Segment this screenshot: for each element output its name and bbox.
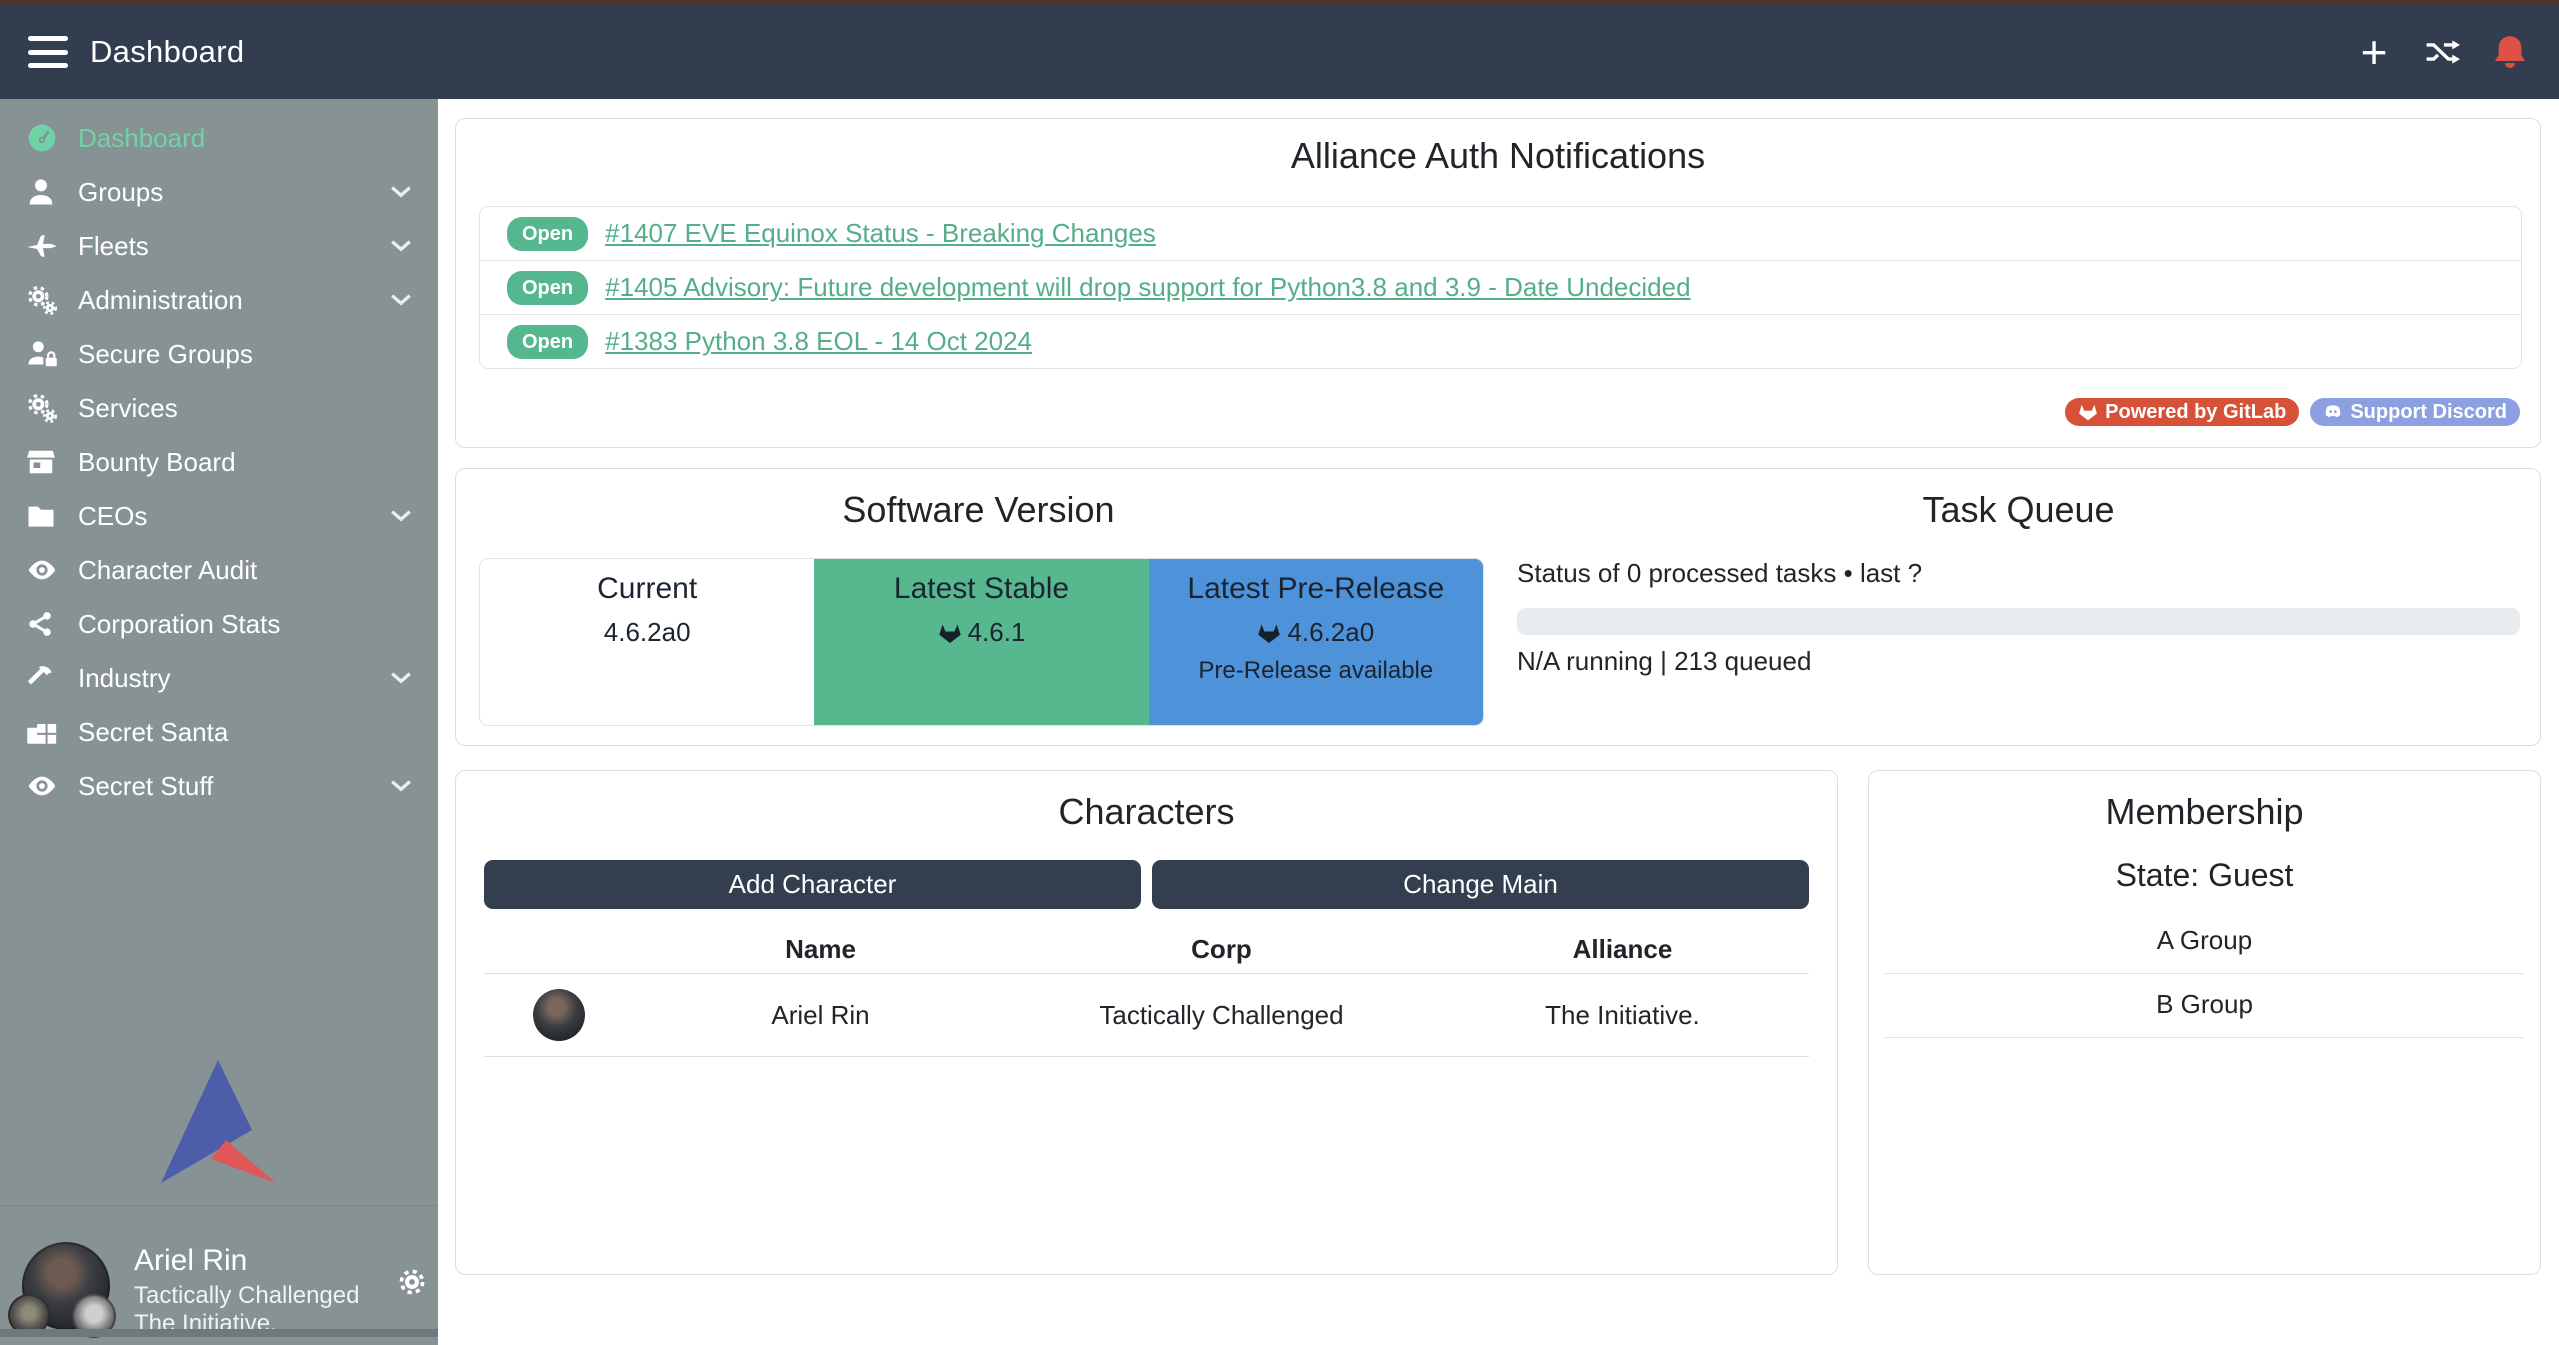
membership-groups-list: A Group B Group [1885, 910, 2524, 1038]
character-name: Ariel Rin [634, 1000, 1007, 1031]
sidebar-bottom-strip [0, 1329, 438, 1337]
powered-by-gitlab-badge[interactable]: Powered by GitLab [2065, 398, 2299, 426]
alliance-auth-logo [158, 1056, 280, 1186]
sidebar: Dashboard Groups Fleets [0, 99, 438, 1345]
notification-link[interactable]: #1383 Python 3.8 EOL - 14 Oct 2024 [605, 326, 1032, 357]
characters-panel: Characters Add Character Change Main Nam… [455, 770, 1838, 1275]
notifications-list: Open #1407 EVE Equinox Status - Breaking… [479, 206, 2522, 369]
status-badge: Open [507, 217, 588, 251]
folder-icon [26, 499, 66, 533]
chevron-down-icon [386, 181, 416, 203]
membership-group-item: A Group [1885, 910, 2524, 974]
characters-table-header: Name Corp Alliance [484, 925, 1809, 973]
add-character-icon[interactable]: + [2355, 33, 2393, 71]
sidebar-item-services[interactable]: Services [0, 381, 438, 435]
status-badge: Open [507, 325, 588, 359]
character-portrait [533, 989, 585, 1041]
sidebar-item-secret-stuff[interactable]: Secret Stuff [0, 759, 438, 813]
version-taskqueue-panel: Software Version Current 4.6.2a0 Latest … [455, 468, 2541, 746]
fighter-jet-icon [26, 229, 66, 263]
top-navbar: Dashboard + [0, 5, 2559, 99]
eye-icon [26, 553, 66, 587]
hammer-icon [26, 661, 66, 695]
notifications-title: Alliance Auth Notifications [456, 135, 2540, 177]
alliance-column-header: Alliance [1436, 934, 1809, 965]
sidebar-item-dashboard[interactable]: Dashboard [0, 111, 438, 165]
sidebar-item-character-audit[interactable]: Character Audit [0, 543, 438, 597]
change-main-button[interactable]: Change Main [1152, 860, 1809, 909]
chevron-down-icon [386, 667, 416, 689]
character-row: Ariel Rin Tactically Challenged The Init… [484, 973, 1809, 1057]
character-alliance: The Initiative. [1436, 1000, 1809, 1031]
tachometer-icon [26, 121, 66, 155]
version-box: Current 4.6.2a0 Latest Stable 4.6.1 Late… [479, 558, 1484, 726]
task-queue-progressbar [1517, 608, 2520, 635]
membership-panel: Membership State: Guest A Group B Group [1868, 770, 2541, 1275]
user-card: Ariel Rin Tactically Challenged The Init… [0, 1206, 438, 1337]
menu-toggle-icon[interactable] [28, 36, 68, 68]
sidebar-item-industry[interactable]: Industry [0, 651, 438, 705]
chevron-down-icon [386, 289, 416, 311]
user-corp: Tactically Challenged [134, 1282, 359, 1310]
character-corp: Tactically Challenged [1007, 1000, 1436, 1031]
software-version-title: Software Version [456, 489, 1501, 531]
sidebar-item-secret-santa[interactable]: Secret Santa [0, 705, 438, 759]
sidebar-item-secure-groups[interactable]: Secure Groups [0, 327, 438, 381]
task-queue-section: Task Queue Status of 0 processed tasks •… [1501, 469, 2540, 745]
discord-icon [2323, 402, 2343, 422]
gitlab-fox-icon [2078, 402, 2098, 422]
characters-table: Name Corp Alliance Ariel Rin Tactically … [484, 925, 1809, 1057]
version-cell-stable: Latest Stable 4.6.1 [814, 559, 1148, 725]
notifications-bell-icon[interactable] [2491, 33, 2529, 71]
user-lock-icon [26, 337, 66, 371]
chevron-down-icon [386, 775, 416, 797]
notifications-panel: Alliance Auth Notifications Open #1407 E… [455, 118, 2541, 448]
sidebar-item-fleets[interactable]: Fleets [0, 219, 438, 273]
notification-link[interactable]: #1405 Advisory: Future development will … [605, 272, 1690, 303]
notification-row: Open #1405 Advisory: Future development … [480, 260, 2521, 314]
corp-column-header: Corp [1007, 934, 1436, 965]
gears-icon [26, 391, 66, 425]
membership-group-item: B Group [1885, 974, 2524, 1038]
notification-link[interactable]: #1407 EVE Equinox Status - Breaking Chan… [605, 218, 1156, 249]
status-badge: Open [507, 271, 588, 305]
version-cell-prerelease: Latest Pre-Release 4.6.2a0 Pre-Release a… [1149, 559, 1483, 725]
characters-title: Characters [456, 791, 1837, 833]
version-cell-current: Current 4.6.2a0 [480, 559, 814, 725]
name-column-header: Name [634, 934, 1007, 965]
sidebar-item-ceos[interactable]: CEOs [0, 489, 438, 543]
chevron-down-icon [386, 505, 416, 527]
sidebar-item-administration[interactable]: Administration [0, 273, 438, 327]
add-character-button[interactable]: Add Character [484, 860, 1141, 909]
task-queue-status: Status of 0 processed tasks • last ? [1517, 558, 2520, 589]
gifts-icon [26, 715, 66, 749]
main-content: Alliance Auth Notifications Open #1407 E… [438, 99, 2559, 1345]
shuffle-icon[interactable] [2423, 33, 2461, 71]
user-icon [26, 175, 66, 209]
task-queue-title: Task Queue [1517, 489, 2520, 531]
settings-gear-icon[interactable] [396, 1266, 428, 1298]
sidebar-item-corporation-stats[interactable]: Corporation Stats [0, 597, 438, 651]
gears-icon [26, 283, 66, 317]
notification-row: Open #1383 Python 3.8 EOL - 14 Oct 2024 [480, 314, 2521, 368]
sidebar-item-groups[interactable]: Groups [0, 165, 438, 219]
share-icon [26, 607, 66, 641]
task-queue-counts: N/A running | 213 queued [1517, 646, 2520, 677]
eye-icon [26, 769, 66, 803]
support-discord-badge[interactable]: Support Discord [2310, 398, 2520, 426]
gitlab-fox-icon [1257, 621, 1281, 645]
store-icon [26, 445, 66, 479]
notification-row: Open #1407 EVE Equinox Status - Breaking… [480, 207, 2521, 260]
membership-state: State: Guest [1869, 857, 2540, 894]
software-version-section: Software Version Current 4.6.2a0 Latest … [456, 469, 1501, 745]
user-name: Ariel Rin [134, 1244, 247, 1278]
gitlab-fox-icon [938, 621, 962, 645]
sidebar-item-bounty-board[interactable]: Bounty Board [0, 435, 438, 489]
membership-title: Membership [1869, 791, 2540, 833]
page-title: Dashboard [90, 34, 244, 70]
chevron-down-icon [386, 235, 416, 257]
